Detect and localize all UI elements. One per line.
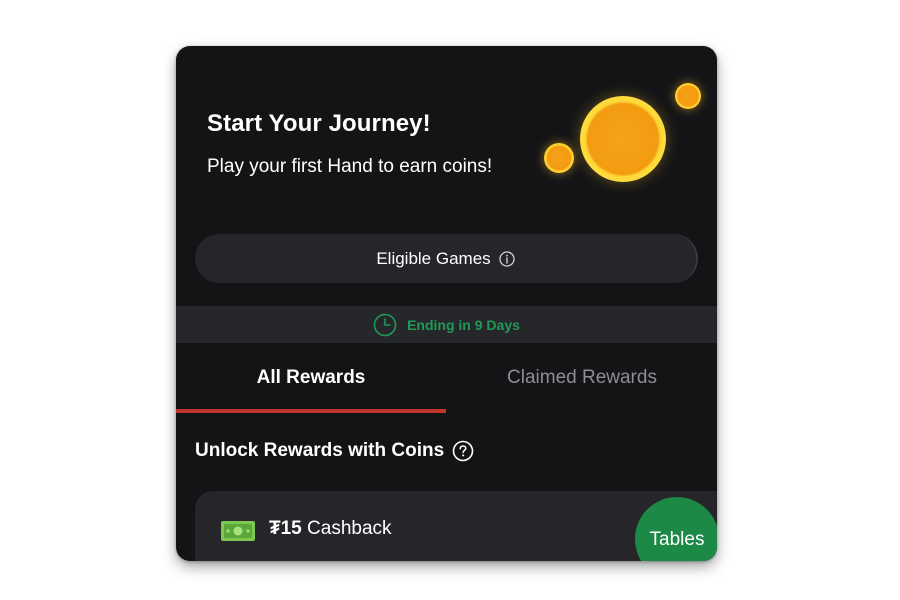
reward-label: ₮15 Cashback — [269, 518, 392, 540]
tab-all-rewards[interactable]: All Rewards — [176, 343, 446, 413]
reward-amount: ₮15 — [269, 518, 302, 539]
help-icon[interactable] — [452, 440, 474, 462]
hero-subtitle: Play your first Hand to earn coins! — [207, 156, 493, 177]
clock-icon — [373, 313, 397, 337]
hero-title: Start Your Journey! — [207, 110, 431, 137]
eligible-games-label: Eligible Games — [376, 248, 491, 268]
big-coin-icon — [580, 96, 666, 182]
section-title: Unlock Rewards with Coins — [195, 440, 474, 462]
eligible-games-button[interactable]: Eligible Games — [195, 234, 698, 283]
tab-claimed-rewards[interactable]: Claimed Rewards — [447, 343, 717, 413]
reward-type: Cashback — [307, 518, 392, 539]
section-title-text: Unlock Rewards with Coins — [195, 440, 445, 461]
rewards-tabs: All Rewards Claimed Rewards — [176, 343, 717, 413]
small-coin-icon — [675, 83, 701, 109]
timer-text: Ending in 9 Days — [407, 316, 520, 333]
info-icon[interactable] — [499, 250, 515, 267]
cash-icon — [221, 521, 255, 541]
small-coin-icon — [544, 143, 574, 173]
active-tab-indicator — [176, 409, 446, 413]
timer-banner: Ending in 9 Days — [176, 306, 717, 343]
rewards-card-panel: Start Your Journey! Play your first Hand… — [176, 46, 717, 561]
